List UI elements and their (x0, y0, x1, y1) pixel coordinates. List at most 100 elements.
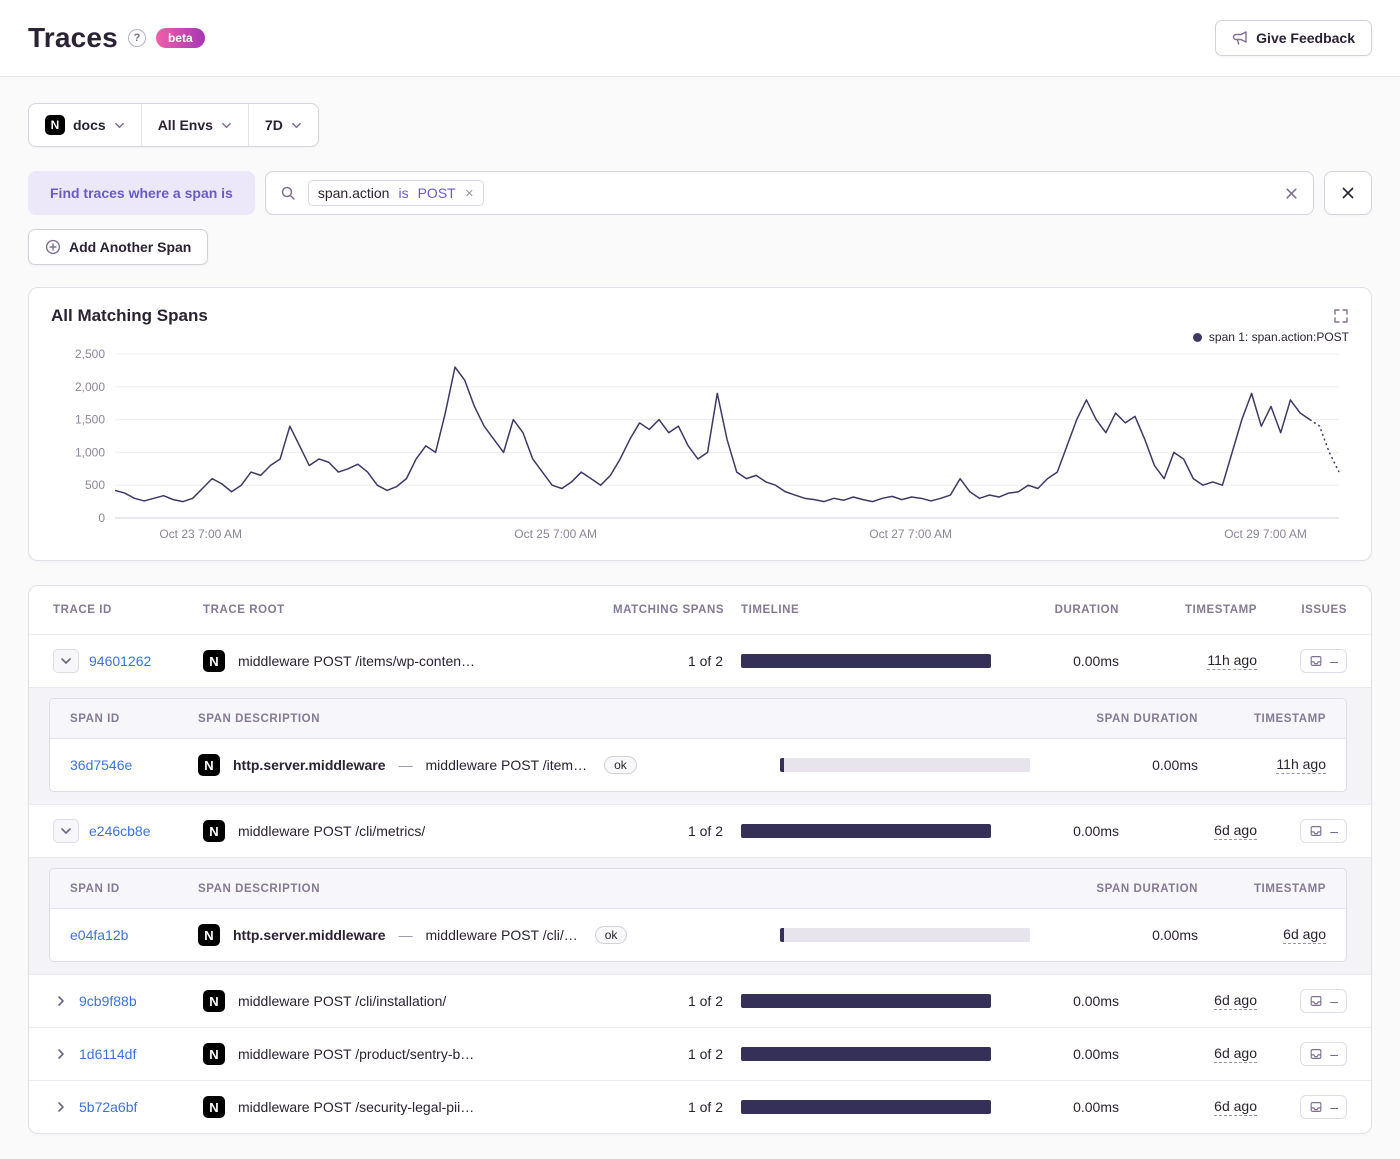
chart-legend: span 1: span.action:POST (51, 328, 1349, 346)
timeline-bar[interactable] (741, 994, 991, 1008)
beta-badge: beta (155, 28, 205, 48)
project-platform-icon: N (45, 115, 65, 135)
table-row: 9cb9f88b N middleware POST /cli/installa… (29, 974, 1371, 1027)
span-timeline-bar[interactable] (780, 758, 1030, 772)
all-matching-spans-panel: All Matching Spans span 1: span.action:P… (28, 287, 1372, 561)
trace-id-link[interactable]: e246cb8e (89, 823, 151, 839)
col-trace-id: TRACE ID (53, 604, 112, 616)
date-range-selector[interactable]: 7D (247, 104, 318, 146)
issues-indicator[interactable]: – (1300, 819, 1347, 843)
give-feedback-label: Give Feedback (1256, 30, 1355, 46)
span-row: e04fa12b N http.server.middleware — midd… (50, 909, 1346, 961)
project-selector-label: docs (73, 117, 106, 133)
status-badge: ok (604, 756, 637, 774)
span-timestamp-value[interactable]: 6d ago (1283, 926, 1326, 944)
legend-label: span 1: span.action:POST (1208, 330, 1349, 344)
timeline-bar[interactable] (741, 1100, 991, 1114)
trace-id-link[interactable]: 1d6114df (79, 1046, 136, 1062)
give-feedback-button[interactable]: Give Feedback (1215, 20, 1372, 56)
expanded-span-section: SPAN ID SPAN DESCRIPTION SPAN DURATION T… (29, 857, 1371, 974)
trace-root-label: middleware POST /items/wp-conten… (238, 653, 476, 669)
timeline-bar[interactable] (741, 824, 991, 838)
timestamp-value[interactable]: 6d ago (1214, 992, 1257, 1010)
platform-icon: N (198, 754, 220, 776)
span-row: 36d7546e N http.server.middleware — midd… (50, 739, 1346, 791)
timeline-bar[interactable] (741, 1047, 991, 1061)
timestamp-value[interactable]: 6d ago (1214, 822, 1257, 840)
issues-indicator[interactable]: – (1300, 1095, 1347, 1119)
col-timestamp: TIMESTAMP (1184, 604, 1257, 616)
filter-token[interactable]: span.action is POST ✕ (307, 180, 484, 206)
span-op-label: http.server.middleware (233, 757, 386, 773)
environment-selector[interactable]: All Envs (140, 104, 248, 146)
matching-spans-count: 1 of 2 (687, 1046, 723, 1062)
issues-count: – (1330, 653, 1338, 669)
span-search-input[interactable]: span.action is POST ✕ (264, 171, 1314, 215)
filter-token-value: POST (417, 185, 456, 201)
span-id-link[interactable]: e04fa12b (70, 927, 128, 943)
clear-search-icon[interactable] (1284, 186, 1299, 201)
col-duration: DURATION (1054, 604, 1119, 616)
megaphone-icon (1232, 30, 1248, 46)
timestamp-value[interactable]: 6d ago (1214, 1045, 1257, 1063)
platform-icon: N (198, 924, 220, 946)
expand-chart-icon[interactable] (1333, 308, 1349, 324)
span-description-label: middleware POST /item… (425, 757, 588, 773)
traces-table: TRACE ID TRACE ROOT MATCHING SPANS TIMEL… (28, 585, 1372, 1134)
environment-selector-label: All Envs (157, 117, 213, 133)
filter-token-remove-icon[interactable]: ✕ (465, 187, 474, 200)
span-id-link[interactable]: 36d7546e (70, 757, 132, 773)
remove-span-query-button[interactable] (1324, 171, 1372, 215)
collapse-row-button[interactable] (53, 649, 79, 673)
plus-circle-icon (45, 239, 61, 255)
legend-dot-icon (1192, 332, 1202, 342)
expand-row-button[interactable] (53, 1048, 69, 1060)
col-timeline: TIMELINE (741, 604, 800, 616)
svg-text:2,500: 2,500 (75, 347, 105, 361)
table-row: 5b72a6bf N middleware POST /security-leg… (29, 1080, 1371, 1133)
table-row: 94601262 N middleware POST /items/wp-con… (29, 634, 1371, 687)
add-another-span-button[interactable]: Add Another Span (28, 229, 209, 265)
col-span-id: SPAN ID (70, 882, 120, 895)
col-span-description: SPAN DESCRIPTION (198, 712, 321, 725)
platform-icon: N (203, 650, 225, 672)
issues-icon (1309, 1047, 1323, 1061)
project-selector[interactable]: N docs (29, 104, 141, 146)
expand-row-button[interactable] (53, 995, 69, 1007)
platform-icon: N (203, 820, 225, 842)
col-matching-spans: MATCHING SPANS (613, 604, 725, 616)
timestamp-value[interactable]: 6d ago (1214, 1098, 1257, 1116)
timestamp-value[interactable]: 11h ago (1207, 652, 1257, 670)
span-op-label: http.server.middleware (233, 927, 386, 943)
span-table-header-row: SPAN ID SPAN DESCRIPTION SPAN DURATION T… (50, 699, 1346, 739)
matching-spans-count: 1 of 2 (687, 1099, 723, 1115)
timeline-bar[interactable] (741, 654, 991, 668)
trace-id-link[interactable]: 9cb9f88b (79, 993, 137, 1009)
trace-id-link[interactable]: 94601262 (89, 653, 151, 669)
trace-id-link[interactable]: 5b72a6bf (79, 1099, 137, 1115)
col-span-duration: SPAN DURATION (1096, 882, 1198, 895)
platform-icon: N (203, 990, 225, 1012)
spans-chart[interactable]: 0 500 1,000 1,500 2,000 2,500 Oct 23 7:00 AM Oc… (51, 346, 1349, 546)
collapse-row-button[interactable] (53, 819, 79, 843)
issues-indicator[interactable]: – (1300, 649, 1347, 673)
issues-indicator[interactable]: – (1300, 989, 1347, 1013)
expand-row-button[interactable] (53, 1101, 69, 1113)
span-query-row: Find traces where a span is span.action … (28, 171, 1372, 215)
svg-text:500: 500 (85, 478, 105, 492)
help-icon[interactable]: ? (127, 29, 146, 47)
trace-root-label: middleware POST /cli/metrics/ (238, 823, 426, 839)
svg-text:Oct 25 7:00 AM: Oct 25 7:00 AM (514, 527, 597, 541)
span-timestamp-value[interactable]: 11h ago (1276, 756, 1326, 774)
filter-token-key: span.action (317, 185, 390, 201)
svg-text:2,000: 2,000 (75, 380, 105, 394)
chevron-down-icon (221, 120, 232, 131)
issues-indicator[interactable]: – (1300, 1042, 1347, 1066)
trace-root-label: middleware POST /security-legal-pii… (238, 1099, 475, 1115)
page-title: Traces (28, 22, 118, 53)
span-timeline-bar[interactable] (780, 928, 1030, 942)
search-icon (280, 185, 296, 201)
trace-root-label: middleware POST /product/sentry-b… (238, 1046, 475, 1062)
chevron-down-icon (291, 120, 302, 131)
svg-text:Oct 23 7:00 AM: Oct 23 7:00 AM (159, 527, 242, 541)
